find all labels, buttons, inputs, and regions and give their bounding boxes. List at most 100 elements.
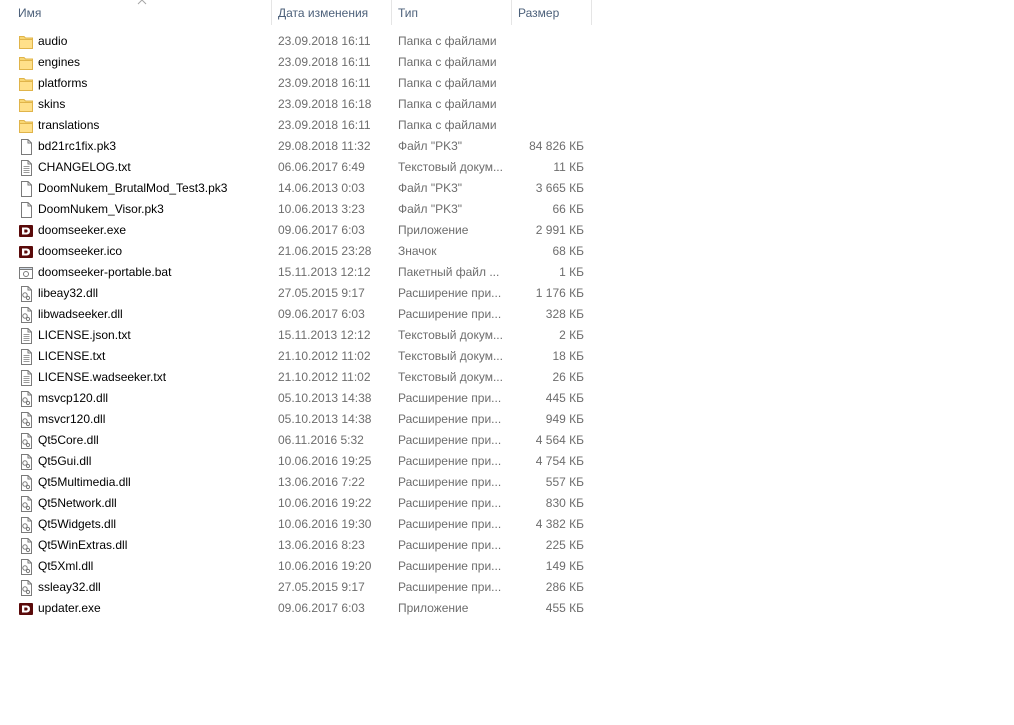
file-name: doomseeker-portable.bat <box>38 265 172 279</box>
file-date: 27.05.2015 9:17 <box>278 286 365 300</box>
file-row[interactable]: translations 23.09.2018 16:11 Папка с файл… <box>0 115 592 136</box>
file-size: 1 176 КБ <box>535 286 584 300</box>
file-row[interactable]: ssleay32.dll 27.05.2015 9:17 Расширение пр… <box>0 577 592 598</box>
file-date: 10.06.2016 19:20 <box>278 559 372 573</box>
file-type: Расширение при... <box>398 580 502 594</box>
file-row[interactable]: msvcp120.dll 05.10.2013 14:38 Расширение п… <box>0 388 592 409</box>
file-icon-cell <box>18 346 34 367</box>
file-type: Текстовый докум... <box>398 328 503 342</box>
file-date: 10.06.2016 19:22 <box>278 496 372 510</box>
file-date: 21.10.2012 11:02 <box>278 349 371 363</box>
file-row[interactable]: CHANGELOG.txt 06.06.2017 6:49 Текстовый до… <box>0 157 592 178</box>
file-type: Расширение при... <box>398 517 502 531</box>
file-row[interactable]: doomseeker.ico 21.06.2015 23:28 Значок 68 К… <box>0 241 592 262</box>
file-icon-cell <box>18 241 34 262</box>
file-row[interactable]: Qt5Multimedia.dll 13.06.2016 7:22 Расширен… <box>0 472 592 493</box>
batch-file-icon <box>18 265 34 281</box>
file-row[interactable]: LICENSE.wadseeker.txt 21.10.2012 11:02 Тек… <box>0 367 592 388</box>
file-row[interactable]: skins 23.09.2018 16:18 Папка с файлами <box>0 94 592 115</box>
file-name: updater.exe <box>38 601 101 615</box>
sort-ascending-icon <box>137 0 147 5</box>
file-size: 328 КБ <box>545 307 584 321</box>
file-type: Расширение при... <box>398 475 502 489</box>
column-header-date[interactable]: Дата изменения <box>272 0 390 25</box>
file-row[interactable]: audio 23.09.2018 16:11 Папка с файлами <box>0 31 592 52</box>
file-icon-cell <box>18 598 34 619</box>
file-type: Папка с файлами <box>398 34 497 48</box>
file-row[interactable]: Qt5WinExtras.dll 13.06.2016 8:23 Расширени… <box>0 535 592 556</box>
file-row[interactable]: doomseeker-portable.bat 15.11.2013 12:12 П… <box>0 262 592 283</box>
folder-icon <box>18 97 34 113</box>
file-icon-cell <box>18 514 34 535</box>
file-icon-cell <box>18 493 34 514</box>
file-type: Расширение при... <box>398 412 502 426</box>
file-row[interactable]: engines 23.09.2018 16:11 Папка с файлами <box>0 52 592 73</box>
file-type: Расширение при... <box>398 286 502 300</box>
file-date: 10.06.2016 19:25 <box>278 454 372 468</box>
file-row[interactable]: DoomNukem_BrutalMod_Test3.pk3 14.06.2013 … <box>0 178 592 199</box>
file-row[interactable]: bd21rc1fix.pk3 29.08.2018 11:32 Файл "PK3"… <box>0 136 592 157</box>
file-icon-cell <box>18 451 34 472</box>
file-row[interactable]: LICENSE.txt 21.10.2012 11:02 Текстовый док… <box>0 346 592 367</box>
file-date: 15.11.2013 12:12 <box>278 265 371 279</box>
file-icon-cell <box>18 262 34 283</box>
file-size <box>512 94 584 115</box>
column-header-type[interactable]: Тип <box>392 0 510 25</box>
file-row[interactable]: platforms 23.09.2018 16:11 Папка с файлами <box>0 73 592 94</box>
file-row[interactable]: msvcr120.dll 05.10.2013 14:38 Расширение п… <box>0 409 592 430</box>
file-type: Файл "PK3" <box>398 181 463 195</box>
file-icon-cell <box>18 73 34 94</box>
file-name: libwadseeker.dll <box>38 307 123 321</box>
file-icon-cell <box>18 409 34 430</box>
file-date: 23.09.2018 16:11 <box>278 55 371 69</box>
file-name: Qt5Network.dll <box>38 496 117 510</box>
file-row[interactable]: libeay32.dll 27.05.2015 9:17 Расширение пр… <box>0 283 592 304</box>
file-size <box>512 115 584 136</box>
file-row[interactable]: LICENSE.json.txt 15.11.2013 12:12 Текстовы… <box>0 325 592 346</box>
file-size: 3 665 КБ <box>535 181 584 195</box>
file-size <box>512 52 584 73</box>
file-icon-cell <box>18 94 34 115</box>
file-type: Расширение при... <box>398 538 502 552</box>
file-size: 2 КБ <box>559 328 584 342</box>
file-size: 949 КБ <box>545 412 584 426</box>
file-date: 13.06.2016 7:22 <box>278 475 365 489</box>
file-row[interactable]: Qt5Core.dll 06.11.2016 5:32 Расширение при… <box>0 430 592 451</box>
file-type: Файл "PK3" <box>398 202 463 216</box>
file-icon-cell <box>18 283 34 304</box>
file-icon-cell <box>18 535 34 556</box>
file-name: Qt5Widgets.dll <box>38 517 117 531</box>
file-row[interactable]: Qt5Xml.dll 10.06.2016 19:20 Расширение при… <box>0 556 592 577</box>
file-row[interactable]: doomseeker.exe 09.06.2017 6:03 Приложение 2… <box>0 220 592 241</box>
file-size: 455 КБ <box>545 601 584 615</box>
file-name: skins <box>38 97 66 111</box>
file-row[interactable]: Qt5Widgets.dll 10.06.2016 19:30 Расширение… <box>0 514 592 535</box>
file-size: 445 КБ <box>545 391 584 405</box>
file-size: 225 КБ <box>545 538 584 552</box>
dll-file-icon <box>18 496 34 512</box>
file-row[interactable]: DoomNukem_Visor.pk3 10.06.2013 3:23 Файл "… <box>0 199 592 220</box>
file-type: Расширение при... <box>398 307 502 321</box>
file-size: 4 564 КБ <box>535 433 584 447</box>
column-divider[interactable] <box>591 0 592 25</box>
file-name: platforms <box>38 76 88 90</box>
file-date: 23.09.2018 16:18 <box>278 97 372 111</box>
column-header-size[interactable]: Размер <box>512 0 590 25</box>
dll-file-icon <box>18 559 34 575</box>
file-row[interactable]: libwadseeker.dll 09.06.2017 6:03 Расширени… <box>0 304 592 325</box>
file-name: CHANGELOG.txt <box>38 160 131 174</box>
file-icon-cell <box>18 115 34 136</box>
file-type: Приложение <box>398 223 469 237</box>
file-name: ssleay32.dll <box>38 580 101 594</box>
file-name: doomseeker.ico <box>38 244 123 258</box>
file-row[interactable]: Qt5Gui.dll 10.06.2016 19:25 Расширение при… <box>0 451 592 472</box>
file-icon-cell <box>18 472 34 493</box>
file-row[interactable]: updater.exe 09.06.2017 6:03 Приложение 455 … <box>0 598 592 619</box>
file-date: 06.11.2016 5:32 <box>278 433 364 447</box>
file-name: LICENSE.txt <box>38 349 106 363</box>
file-icon <box>18 139 34 155</box>
column-header-bar: Имя Дата изменения Тип Размер <box>0 0 592 25</box>
file-type: Текстовый докум... <box>398 349 503 363</box>
file-row[interactable]: Qt5Network.dll 10.06.2016 19:22 Расширение… <box>0 493 592 514</box>
file-type: Пакетный файл ... <box>398 265 500 279</box>
